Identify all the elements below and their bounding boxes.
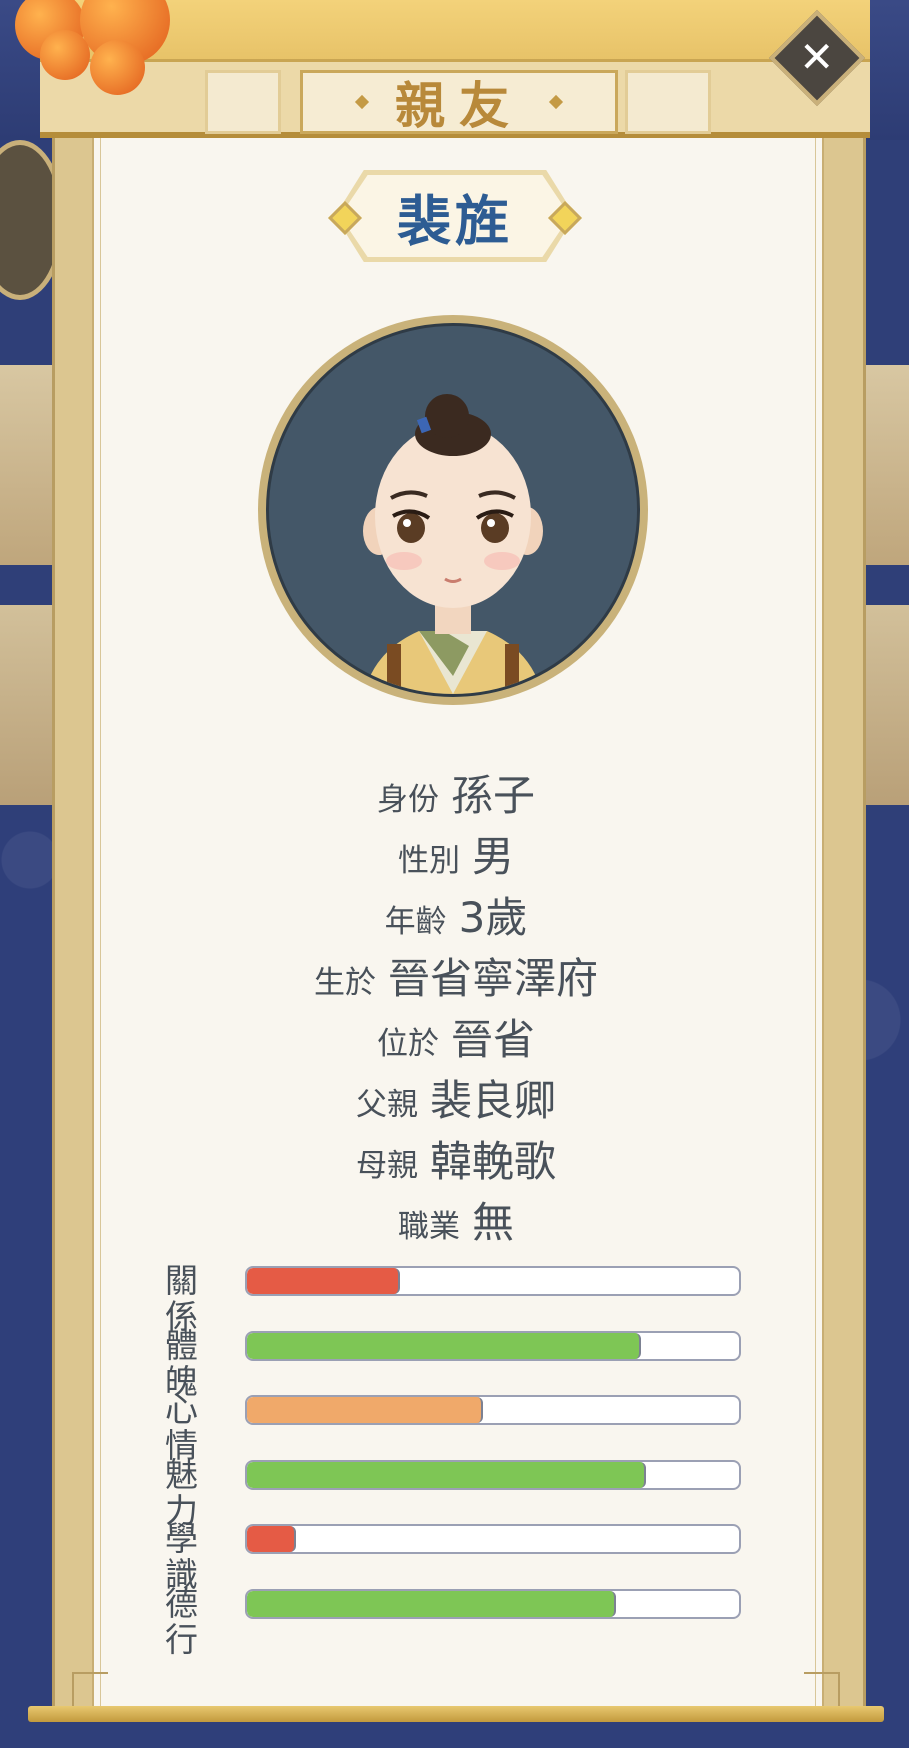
info-label: 年齡 xyxy=(384,904,447,940)
header-ornament xyxy=(625,70,711,134)
info-row-father: 父親 裴良卿 xyxy=(92,1070,820,1131)
stat-bar-fill xyxy=(247,1332,641,1359)
stat-bar xyxy=(245,1330,741,1361)
info-label: 父親 xyxy=(355,1087,418,1123)
scroll-bottom-rod xyxy=(28,1706,884,1722)
info-value: 裴良卿 xyxy=(429,1076,556,1125)
info-row-mother: 母親 韓輓歌 xyxy=(92,1131,820,1192)
stat-bar xyxy=(245,1266,741,1296)
info-label: 生於 xyxy=(313,965,376,1001)
stat-label: 學識 xyxy=(165,1519,198,1594)
character-portrait xyxy=(266,323,640,697)
header-ornament xyxy=(205,70,281,134)
info-value: 晉省寧澤府 xyxy=(387,954,598,1003)
stat-label: 體魄 xyxy=(165,1325,198,1401)
info-row-gender: 性別男 xyxy=(92,826,820,887)
diamond-ornament xyxy=(354,94,370,110)
info-value: 3歲 xyxy=(458,893,528,942)
stat-bar-fill xyxy=(247,1461,646,1488)
stat-bar xyxy=(245,1588,741,1619)
info-value: 孫子 xyxy=(450,771,535,820)
child-character-illustration xyxy=(363,394,543,694)
stat-bar xyxy=(245,1459,741,1490)
info-value: 晉省 xyxy=(450,1015,535,1064)
page-title: 親友 xyxy=(395,77,523,135)
corner-ornament xyxy=(804,1672,840,1708)
info-row-age: 年齡 3歲 xyxy=(92,887,820,948)
persimmon-decoration xyxy=(40,30,90,80)
info-row-location: 位於 晉省 xyxy=(92,1009,820,1070)
stat-bar-fill xyxy=(247,1526,297,1552)
info-row-identity: 身份 孫子 xyxy=(92,765,820,826)
info-label: 母親 xyxy=(355,1148,418,1184)
name-plate: 裴旌 xyxy=(328,170,582,262)
character-info: 身份 孫子 性別男 年齡 3歲 生於 晉省寧澤府 位於 晉省 父親 裴良卿 母親 韓輓歌 職… xyxy=(92,765,820,1253)
info-row-occupation: 職業無 xyxy=(92,1192,820,1253)
stat-bar xyxy=(245,1395,741,1425)
character-name: 裴旌 xyxy=(397,189,513,253)
corner-ornament xyxy=(72,1672,108,1708)
stat-bar xyxy=(245,1524,741,1554)
close-icon: ✕ xyxy=(799,32,835,82)
info-label: 位於 xyxy=(376,1026,439,1062)
info-value: 韓輓歌 xyxy=(429,1137,556,1186)
diamond-ornament xyxy=(548,94,564,110)
info-value: 男 xyxy=(471,832,514,881)
header-title-plate: 親友 xyxy=(300,70,618,135)
stat-label: 德行 xyxy=(165,1583,198,1659)
character-portrait-frame xyxy=(258,315,648,705)
persimmon-decoration xyxy=(90,40,145,95)
info-label: 身份 xyxy=(376,782,439,818)
stat-bar-fill xyxy=(247,1268,400,1294)
info-value: 無 xyxy=(471,1198,514,1247)
info-label: 性別 xyxy=(397,843,460,879)
stat-label: 魅力 xyxy=(165,1454,198,1530)
info-row-birthplace: 生於 晉省寧澤府 xyxy=(92,948,820,1009)
stat-bar-fill xyxy=(247,1397,484,1423)
stat-label: 心情 xyxy=(165,1390,198,1465)
info-label: 職業 xyxy=(397,1209,460,1245)
stat-label: 關係 xyxy=(165,1261,198,1336)
stat-bar-fill xyxy=(247,1590,616,1617)
